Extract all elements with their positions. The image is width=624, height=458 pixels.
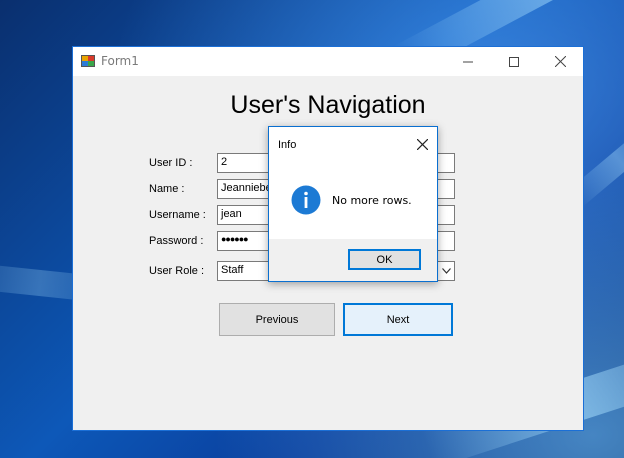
close-icon — [416, 138, 428, 150]
user-role-dropdown-button[interactable] — [438, 261, 455, 281]
page-title: User's Navigation — [230, 91, 426, 119]
maximize-button[interactable] — [491, 47, 537, 76]
name-label: Name : — [149, 183, 185, 195]
window-title: Form1 — [101, 54, 139, 68]
dialog-footer: OK — [269, 239, 437, 281]
chevron-down-icon — [441, 268, 451, 274]
dialog-message: No more rows. — [332, 194, 412, 207]
app-form-icon — [81, 55, 95, 67]
previous-button[interactable]: Previous — [219, 303, 335, 336]
info-icon — [291, 185, 321, 215]
minimize-icon — [463, 61, 473, 62]
password-field-end[interactable] — [438, 231, 455, 251]
minimize-button[interactable] — [445, 47, 491, 76]
ok-button[interactable]: OK — [348, 249, 421, 270]
user-id-label: User ID : — [149, 157, 193, 169]
next-button[interactable]: Next — [343, 303, 453, 336]
password-label: Password : — [149, 235, 204, 247]
name-field-end[interactable] — [438, 179, 455, 199]
dialog-title: Info — [278, 139, 297, 151]
dialog-close-button[interactable] — [413, 135, 431, 153]
username-label: Username : — [149, 209, 206, 221]
user-id-field-end[interactable] — [438, 153, 455, 173]
username-field-end[interactable] — [438, 205, 455, 225]
close-button[interactable] — [537, 47, 583, 76]
title-bar[interactable]: Form1 — [73, 47, 583, 76]
maximize-icon — [509, 56, 519, 67]
user-role-label: User Role : — [149, 265, 205, 277]
close-icon — [554, 56, 566, 67]
info-dialog: Info No more rows. OK — [268, 126, 438, 282]
dialog-body: No more rows. — [269, 159, 437, 239]
